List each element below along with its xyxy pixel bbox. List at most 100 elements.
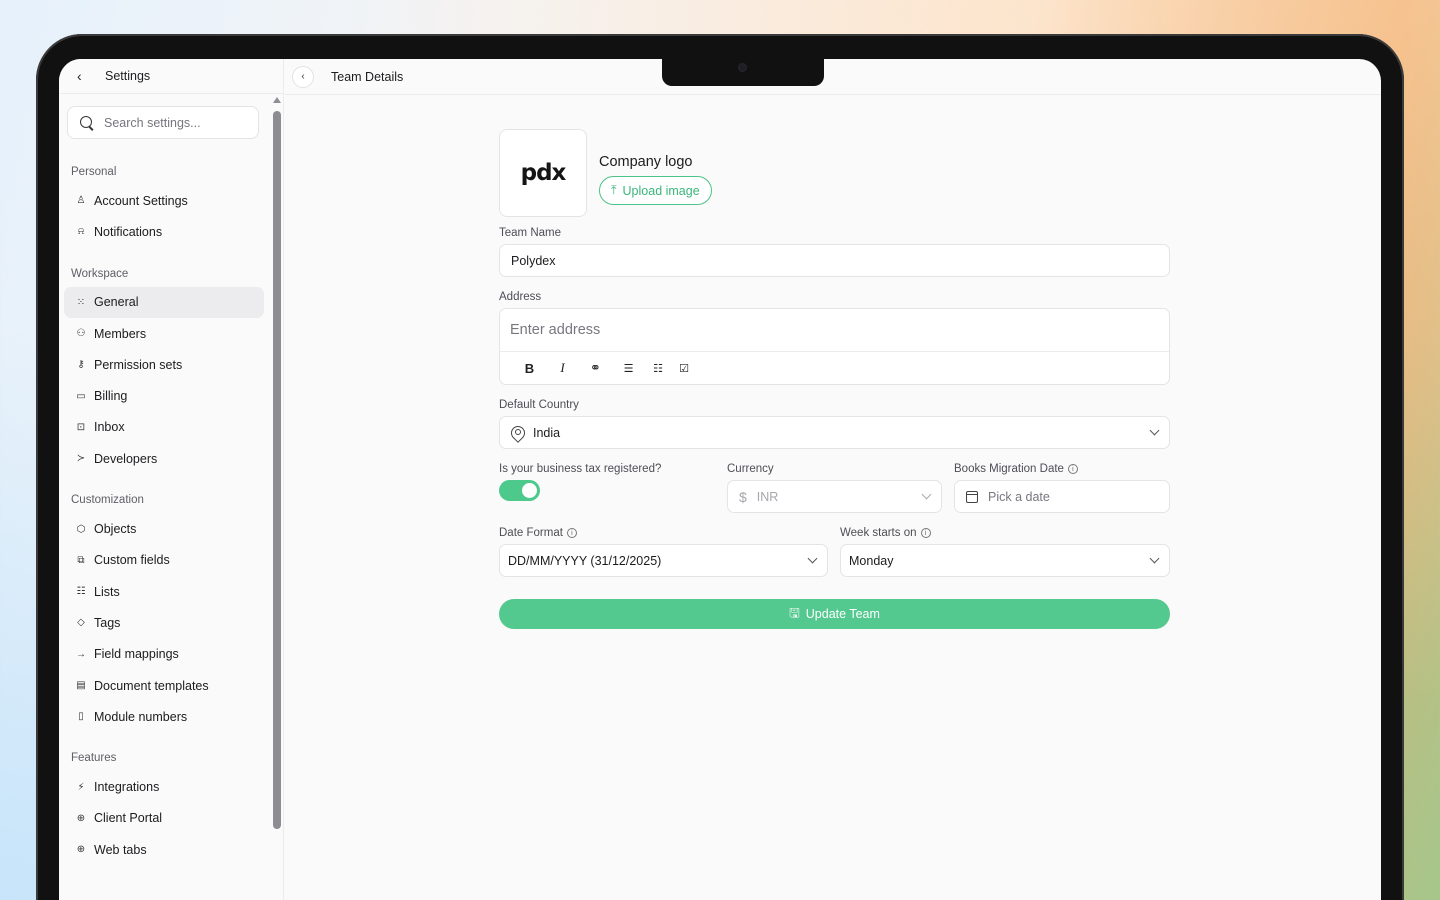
week-start-label: Week starts on i (840, 527, 1170, 539)
address-label: Address (499, 291, 542, 303)
bullet-list-icon[interactable]: ☰ (612, 362, 645, 375)
sidebar-item-objects[interactable]: ⬡ Objects (64, 513, 264, 544)
sidebar-item-permission-sets[interactable]: ⚷ Permission sets (64, 349, 264, 380)
sidebar-item-custom-fields[interactable]: ⧉ Custom fields (64, 545, 264, 576)
logo-wordmark: pdx (520, 160, 567, 186)
bold-icon[interactable]: B (513, 361, 546, 376)
migration-date-label-text: Books Migration Date (954, 463, 1064, 475)
tax-label: Is your business tax registered? (499, 463, 662, 475)
globe-icon: ⊕ (76, 812, 86, 824)
update-team-label: Update Team (805, 607, 880, 621)
screen: ‹ Settings Personal ♙ Account Settings ⍾ Not… (59, 59, 1381, 900)
search-box[interactable] (67, 106, 259, 139)
key-icon: ⚷ (77, 359, 85, 371)
info-icon[interactable]: i (920, 528, 931, 538)
sidebar-section-label: Features (71, 752, 117, 765)
sidebar-item-label: Permission sets (94, 357, 183, 372)
address-input[interactable]: Enter address (500, 309, 1169, 352)
laptop-frame: ‹ Settings Personal ♙ Account Settings ⍾ Not… (36, 34, 1404, 900)
settings-sidebar: ‹ Settings Personal ♙ Account Settings ⍾ Not… (59, 59, 284, 900)
sidebar-item-label: Integrations (94, 780, 160, 795)
sidebar-item-label: Document templates (94, 678, 209, 693)
sidebar-item-inbox[interactable]: ⊡ Inbox (64, 412, 264, 443)
search-icon (79, 115, 95, 131)
italic-icon[interactable]: I (546, 360, 579, 376)
camera-icon (738, 63, 747, 72)
info-icon[interactable]: i (566, 528, 577, 538)
box-icon: ⬡ (76, 523, 86, 535)
sidebar-scrollbar[interactable] (270, 97, 284, 897)
team-details-form: pdx Company logo ⤒ Upload image Team Nam… (499, 129, 1170, 629)
currency-select[interactable]: $ INR (727, 480, 942, 513)
sidebar-item-label: Web tabs (94, 842, 147, 857)
globe-icon: ⊕ (76, 844, 86, 856)
list-icon: ☷ (76, 586, 86, 598)
credit-card-icon: ▭ (76, 390, 86, 402)
sidebar-item-label: Module numbers (94, 709, 188, 724)
date-format-label-text: Date Format (499, 527, 563, 539)
main-content: ‹ Team Details pdx Company logo ⤒ Upload… (285, 59, 1381, 900)
scroll-up-arrow-icon[interactable] (273, 97, 281, 103)
numbered-list-icon[interactable]: ☷ (645, 362, 671, 375)
collapse-chevron-button[interactable]: ‹ (292, 65, 314, 88)
date-format-value: DD/MM/YYYY (31/12/2025) (508, 553, 662, 568)
sidebar-item-members[interactable]: ⚇ Members (64, 318, 264, 349)
update-team-button[interactable]: 🖫 Update Team (499, 599, 1170, 629)
sidebar-item-module-numbers[interactable]: ▯ Module numbers (64, 701, 264, 732)
sidebar-item-label: Lists (94, 584, 120, 599)
scroll-thumb[interactable] (273, 111, 281, 829)
arrow-right-icon: → (76, 648, 86, 660)
sidebar-item-general[interactable]: ⁙ General (64, 286, 264, 318)
sidebar-title: Settings (105, 69, 151, 83)
save-icon: 🖫 (789, 605, 800, 620)
sidebar-item-tags[interactable]: ◇ Tags (64, 607, 264, 638)
sidebar-item-integrations[interactable]: ⚡ Integrations (64, 771, 264, 802)
map-pin-icon (511, 426, 523, 440)
sidebar-item-label: Custom fields (94, 553, 170, 568)
migration-date-placeholder: Pick a date (988, 489, 1050, 504)
sidebar-item-account-settings[interactable]: ♙ Account Settings (64, 185, 264, 216)
migration-date-picker[interactable]: Pick a date (954, 480, 1170, 513)
sidebar-item-web-tabs[interactable]: ⊕ Web tabs (64, 834, 264, 865)
currency-label: Currency (727, 463, 774, 475)
terminal-icon: ≻ (76, 453, 86, 465)
date-format-select[interactable]: DD/MM/YYYY (31/12/2025) (499, 544, 828, 577)
tags-icon: ◇ (77, 617, 85, 629)
sidebar-item-notifications[interactable]: ⍾ Notifications (64, 216, 264, 247)
editor-toolbar: B I ⚭ ☰ ☷ ☑ (500, 352, 1169, 384)
sidebar-section-label: Workspace (71, 267, 129, 280)
week-start-select[interactable]: Monday (840, 544, 1170, 577)
sidebar-item-billing[interactable]: ▭ Billing (64, 380, 264, 411)
logo-label: Company logo (599, 154, 693, 170)
chevron-down-icon (921, 489, 932, 500)
plug-icon: ⚡ (77, 781, 85, 793)
sidebar-item-client-portal[interactable]: ⊕ Client Portal (64, 803, 264, 834)
search-input[interactable] (104, 115, 254, 130)
inbox-icon: ⊡ (76, 421, 86, 433)
topbar: ‹ Team Details (285, 59, 1381, 95)
sidebar-item-field-mappings[interactable]: → Field mappings (64, 639, 264, 670)
migration-date-label: Books Migration Date i (954, 463, 1170, 475)
grid-icon: ⁙ (76, 296, 86, 308)
back-chevron-icon[interactable]: ‹ (77, 68, 89, 84)
upload-image-button[interactable]: ⤒ Upload image (599, 176, 712, 205)
tax-registered-toggle[interactable] (499, 480, 540, 501)
date-format-label: Date Format i (499, 527, 828, 539)
upload-button-label: Upload image (622, 183, 700, 198)
team-name-input[interactable]: Polydex (499, 244, 1170, 277)
page-title: Team Details (331, 69, 404, 84)
checklist-icon[interactable]: ☑ (671, 362, 697, 375)
country-select[interactable]: India (499, 416, 1170, 449)
sidebar-item-label: Developers (94, 451, 158, 466)
sidebar-item-label: General (94, 295, 139, 310)
info-icon[interactable]: i (1067, 464, 1078, 474)
users-icon: ⚇ (76, 328, 86, 340)
team-name-value: Polydex (511, 253, 556, 268)
link-icon[interactable]: ⚭ (579, 360, 612, 376)
sidebar-item-document-templates[interactable]: ▤ Document templates (64, 670, 264, 701)
upload-icon: ⤒ (611, 183, 617, 197)
sidebar-item-lists[interactable]: ☷ Lists (64, 576, 264, 607)
sidebar-item-developers[interactable]: ≻ Developers (64, 443, 264, 474)
tag-icon: ⧉ (77, 554, 85, 566)
dollar-icon: $ (739, 488, 747, 505)
